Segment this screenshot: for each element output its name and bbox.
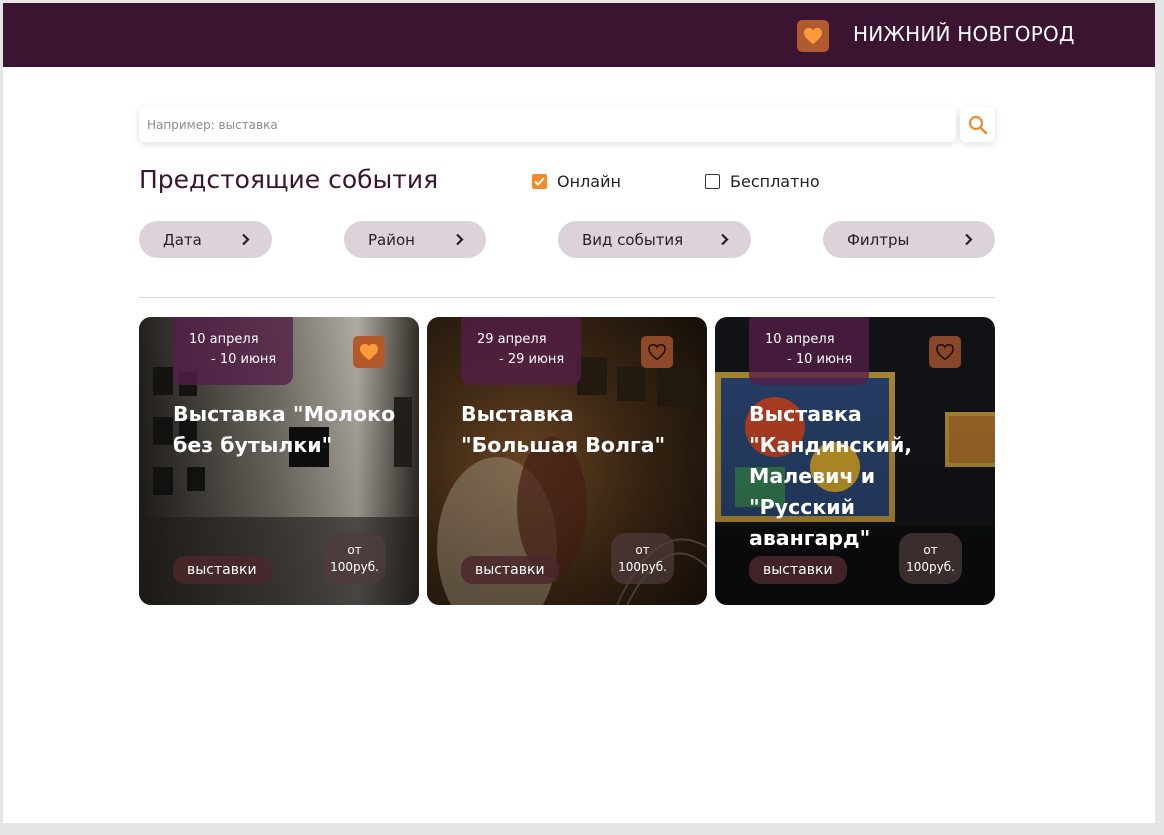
price-badge: от 100руб. — [323, 533, 386, 584]
category-tag[interactable]: выставки — [173, 556, 271, 584]
online-label: Онлайн — [557, 172, 621, 191]
free-checkbox[interactable]: Бесплатно — [705, 172, 820, 191]
price-prefix: от — [923, 543, 938, 557]
favorites-button[interactable] — [797, 20, 829, 52]
filter-date-label: Дата — [163, 230, 202, 249]
favorite-button[interactable] — [929, 336, 961, 368]
filter-area-label: Район — [368, 230, 415, 249]
event-card[interactable]: 10 апреля - 10 июня Выставка "Молоко без… — [139, 317, 419, 605]
event-title: Выставка "Большая Волга" — [461, 402, 666, 457]
date-badge: 10 апреля - 10 июня — [749, 317, 869, 385]
page: НИЖНИЙ НОВГОРОД Предстоящие события Онла… — [3, 3, 1155, 823]
chevron-right-icon — [965, 233, 973, 246]
header: НИЖНИЙ НОВГОРОД — [3, 3, 1155, 67]
chevron-right-icon — [242, 233, 250, 246]
filter-date-button[interactable]: Дата — [139, 221, 272, 258]
price-badge: от 100руб. — [611, 533, 674, 584]
date-badge: 29 апреля - 29 июня — [461, 317, 581, 385]
date-from: 10 апреля — [765, 332, 835, 347]
date-from: 10 апреля — [189, 332, 259, 347]
search-button[interactable] — [960, 107, 995, 142]
free-label: Бесплатно — [730, 172, 820, 191]
heart-outline-icon — [647, 343, 667, 361]
online-checkbox[interactable]: Онлайн — [532, 172, 621, 191]
heart-outline-icon — [935, 343, 955, 361]
event-card[interactable]: 29 апреля - 29 июня Выставка "Большая Во… — [427, 317, 707, 605]
price-prefix: от — [347, 543, 362, 557]
date-to: - 10 июня — [211, 352, 277, 367]
search-icon — [968, 115, 987, 134]
filter-type-label: Вид события — [582, 230, 684, 249]
page-title: Предстоящие события — [139, 165, 439, 194]
divider — [139, 297, 995, 298]
favorite-button[interactable] — [641, 336, 673, 368]
chevron-right-icon — [721, 233, 729, 246]
price-prefix: от — [635, 543, 650, 557]
search-input[interactable] — [139, 107, 956, 142]
favorite-button[interactable] — [353, 336, 385, 368]
city-selector[interactable]: НИЖНИЙ НОВГОРОД — [853, 22, 1075, 46]
filter-type-button[interactable]: Вид события — [558, 221, 751, 258]
category-tag[interactable]: выставки — [461, 556, 559, 584]
price-badge: от 100руб. — [899, 533, 962, 584]
event-card[interactable]: 10 апреля - 10 июня Выставка "Кандинский… — [715, 317, 995, 605]
price-value: 100руб. — [906, 560, 955, 574]
chevron-right-icon — [456, 233, 464, 246]
date-to: - 10 июня — [787, 352, 853, 367]
filter-more-button[interactable]: Филтры — [823, 221, 995, 258]
price-value: 100руб. — [618, 560, 667, 574]
date-to: - 29 июня — [499, 352, 565, 367]
heart-icon — [804, 27, 822, 45]
checkbox-unchecked-icon — [705, 174, 720, 189]
checkbox-checked-icon — [532, 174, 547, 189]
event-title: Выставка "Кандинский, Малевич и "Русский… — [749, 402, 913, 550]
heart-filled-icon — [360, 343, 378, 361]
price-value: 100руб. — [330, 560, 379, 574]
filter-more-label: Филтры — [847, 230, 910, 249]
category-tag[interactable]: выставки — [749, 556, 847, 584]
date-from: 29 апреля — [477, 332, 547, 347]
event-title: Выставка "Молоко без бутылки" — [173, 402, 396, 457]
filter-area-button[interactable]: Район — [344, 221, 486, 258]
date-badge: 10 апреля - 10 июня — [173, 317, 293, 385]
